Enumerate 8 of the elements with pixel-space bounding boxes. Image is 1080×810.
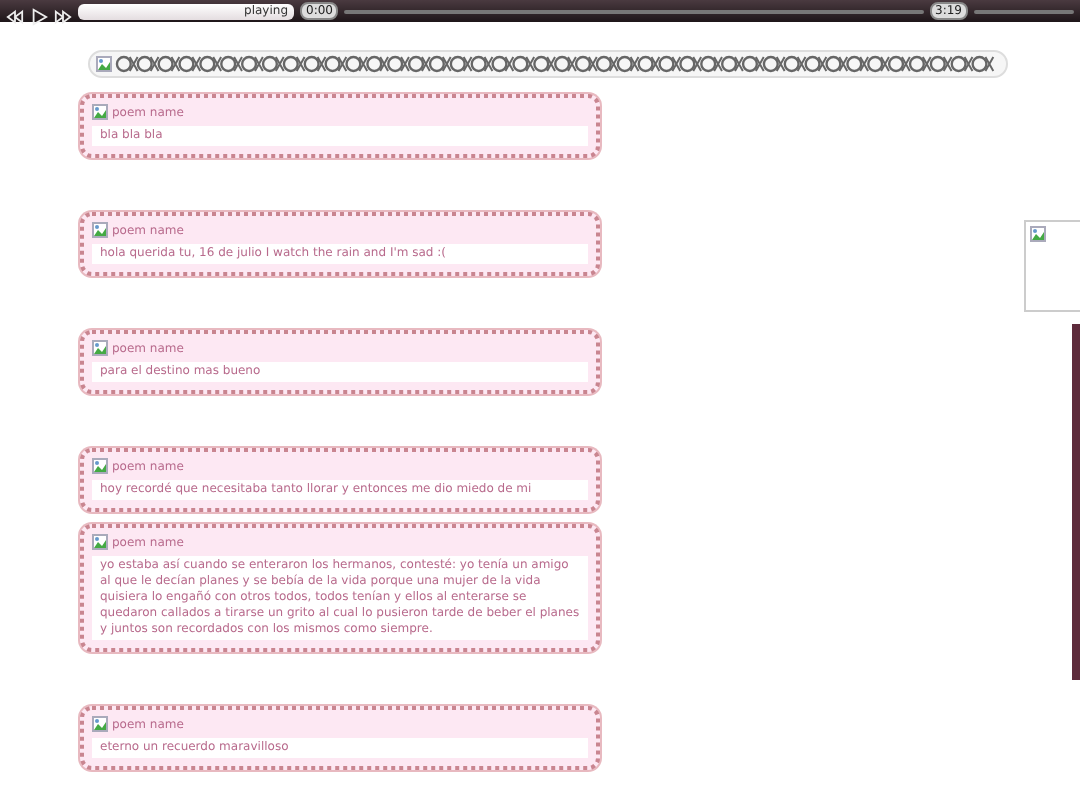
broken-image-icon bbox=[92, 458, 108, 474]
broken-image-icon bbox=[92, 340, 108, 356]
broken-image-icon bbox=[1030, 226, 1046, 242]
broken-image-icon bbox=[92, 222, 108, 238]
broken-image-icon bbox=[92, 716, 108, 732]
broken-image-icon bbox=[96, 56, 112, 72]
broken-image-icon bbox=[92, 534, 108, 550]
broken-image-icon bbox=[92, 104, 108, 120]
